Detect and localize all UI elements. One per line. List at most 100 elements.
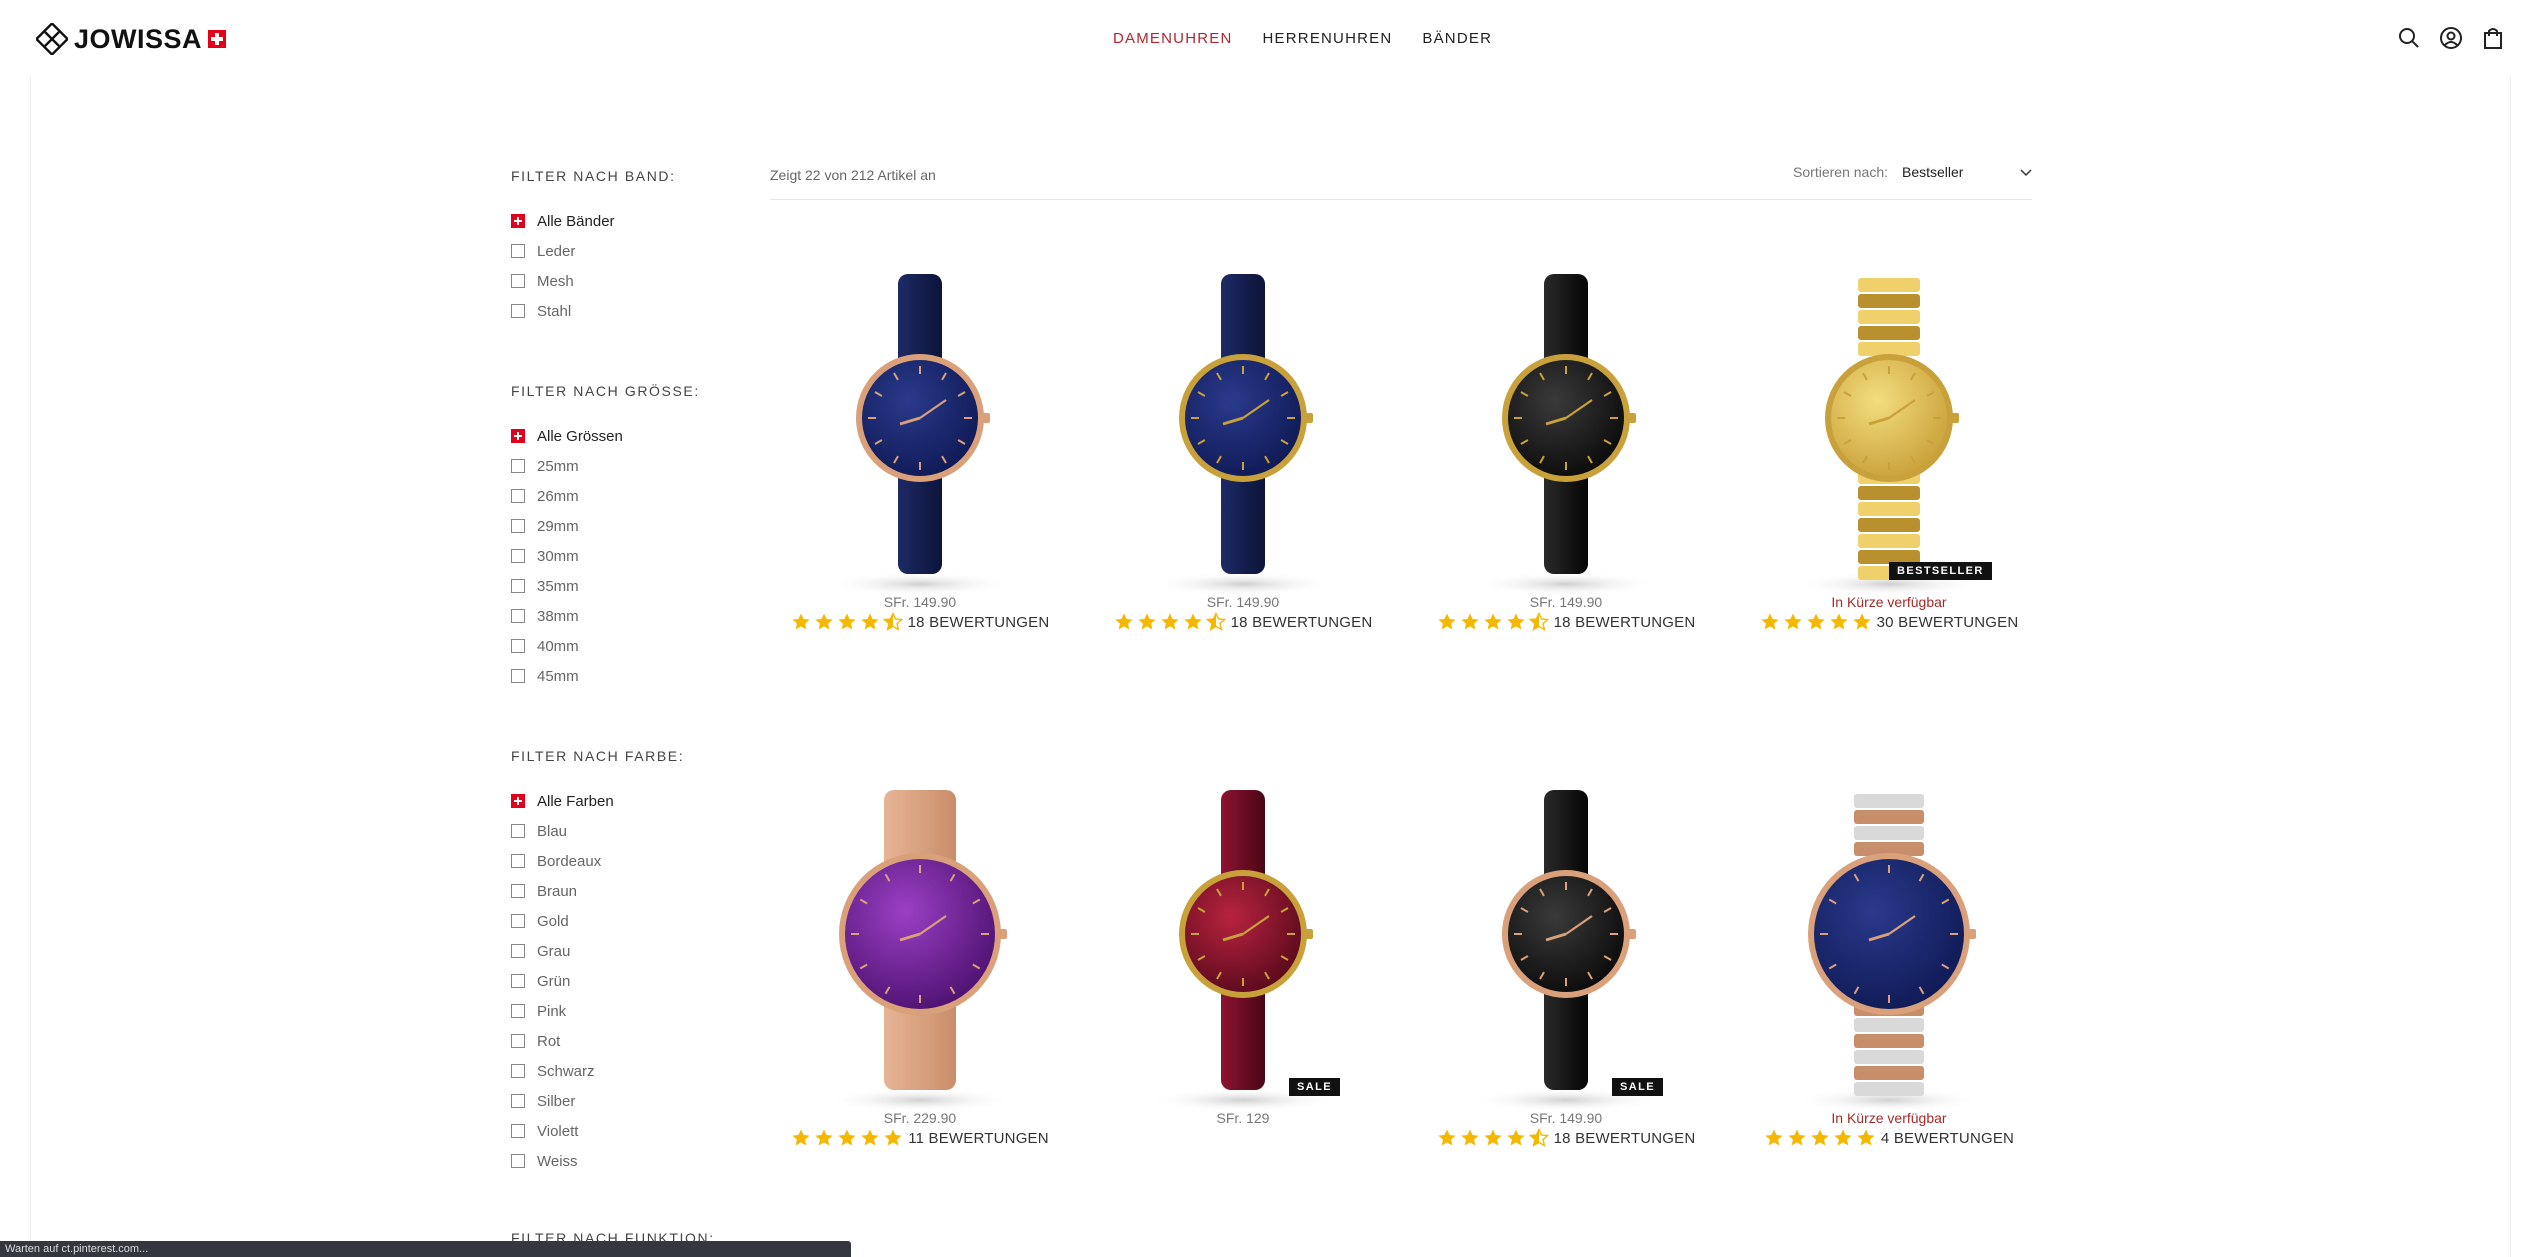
listing-toolbar: Zeigt 22 von 212 Artikel an Sortieren na…: [770, 160, 2032, 200]
filter-option[interactable]: Violett: [511, 1116, 731, 1146]
checkbox[interactable]: [511, 1124, 525, 1138]
watch-image[interactable]: [1416, 784, 1716, 1114]
checkbox[interactable]: [511, 489, 525, 503]
checkbox[interactable]: [511, 609, 525, 623]
checkbox[interactable]: [511, 459, 525, 473]
filter-option[interactable]: Weiss: [511, 1146, 731, 1176]
product-card[interactable]: SFr. 149.90 18 BEWERTUNGEN: [1093, 268, 1393, 698]
filter-option[interactable]: Bordeaux: [511, 846, 731, 876]
nav-item-herrenuhren[interactable]: HERRENUHREN: [1263, 30, 1393, 47]
checkbox-checked[interactable]: [511, 214, 525, 228]
filter-option[interactable]: Silber: [511, 1086, 731, 1116]
checkbox[interactable]: [511, 639, 525, 653]
filter-option[interactable]: Grün: [511, 966, 731, 996]
star-half-icon: [1528, 1128, 1549, 1147]
filter-option[interactable]: 38mm: [511, 601, 731, 631]
product-card[interactable]: SFr. 229.90 11 BEWERTUNGEN: [770, 784, 1070, 1214]
filter-option[interactable]: 35mm: [511, 571, 731, 601]
filter-option[interactable]: Pink: [511, 996, 731, 1026]
watch-image[interactable]: [1093, 268, 1393, 598]
filter-option[interactable]: 29mm: [511, 511, 731, 541]
checkbox[interactable]: [511, 1154, 525, 1168]
filter-option[interactable]: Grau: [511, 936, 731, 966]
checkbox[interactable]: [511, 304, 525, 318]
filter-option[interactable]: Rot: [511, 1026, 731, 1056]
checkbox[interactable]: [511, 669, 525, 683]
watch-image[interactable]: [770, 784, 1070, 1114]
product-card[interactable]: SFr. 149.90 18 BEWERTUNGEN: [770, 268, 1070, 698]
filter-option[interactable]: Alle Grössen: [511, 421, 731, 451]
sort-select[interactable]: Bestseller: [1902, 164, 2032, 180]
checkbox[interactable]: [511, 884, 525, 898]
product-card[interactable]: SALE SFr. 129: [1093, 784, 1393, 1214]
filter-option-label: Mesh: [537, 272, 574, 290]
watch-image[interactable]: [1416, 268, 1716, 598]
star-half-icon: [882, 612, 903, 631]
checkbox[interactable]: [511, 914, 525, 928]
checkbox[interactable]: [511, 944, 525, 958]
product-card[interactable]: In Kürze verfügbar 4 BEWERTUNGEN: [1739, 784, 2039, 1214]
brand-logo[interactable]: JOWISSA: [36, 22, 227, 56]
watch-image[interactable]: [1093, 784, 1393, 1114]
checkbox[interactable]: [511, 1064, 525, 1078]
filter-option[interactable]: Schwarz: [511, 1056, 731, 1086]
cart-icon[interactable]: [2481, 26, 2505, 50]
star-full-icon: [1830, 613, 1848, 630]
nav-item-damenuhren[interactable]: DAMENUHREN: [1113, 30, 1233, 47]
checkbox[interactable]: [511, 1034, 525, 1048]
filter-option[interactable]: Mesh: [511, 266, 731, 296]
star-full-icon: [1438, 613, 1456, 630]
product-rating[interactable]: 18 BEWERTUNGEN: [770, 612, 1070, 632]
checkbox[interactable]: [511, 274, 525, 288]
filter-option[interactable]: Braun: [511, 876, 731, 906]
star-full-icon: [1115, 613, 1133, 630]
filter-option[interactable]: Alle Farben: [511, 786, 731, 816]
product-card[interactable]: BESTSELLER In Kürze verfügbar 30 BEWERTUNG…: [1739, 268, 2039, 698]
product-card[interactable]: SALE SFr. 149.90 18 BEWERTUNGEN: [1416, 784, 1716, 1214]
review-count: 30 BEWERTUNGEN: [1876, 613, 2019, 631]
filter-option[interactable]: Stahl: [511, 296, 731, 326]
nav-item-bänder[interactable]: BÄNDER: [1422, 30, 1492, 47]
checkbox[interactable]: [511, 854, 525, 868]
filter-option[interactable]: 45mm: [511, 661, 731, 691]
search-icon[interactable]: [2397, 26, 2421, 50]
checkbox[interactable]: [511, 1094, 525, 1108]
filter-option[interactable]: 26mm: [511, 481, 731, 511]
watch-image[interactable]: [1739, 784, 2039, 1114]
product-rating[interactable]: 18 BEWERTUNGEN: [1416, 1128, 1716, 1148]
watch-image[interactable]: [1739, 268, 2039, 598]
account-icon[interactable]: [2439, 26, 2463, 50]
checkbox[interactable]: [511, 1004, 525, 1018]
checkbox[interactable]: [511, 824, 525, 838]
filter-option[interactable]: 30mm: [511, 541, 731, 571]
checkbox-checked[interactable]: [511, 429, 525, 443]
filter-option[interactable]: 25mm: [511, 451, 731, 481]
checkbox[interactable]: [511, 974, 525, 988]
product-rating[interactable]: 18 BEWERTUNGEN: [1093, 612, 1393, 632]
checkbox[interactable]: [511, 549, 525, 563]
star-full-icon: [1834, 1129, 1852, 1146]
product-rating[interactable]: 30 BEWERTUNGEN: [1739, 612, 2039, 632]
product-rating[interactable]: 4 BEWERTUNGEN: [1739, 1128, 2039, 1148]
checkbox[interactable]: [511, 519, 525, 533]
filter-option[interactable]: Alle Bänder: [511, 206, 731, 236]
product-rating[interactable]: 18 BEWERTUNGEN: [1416, 612, 1716, 632]
checkbox[interactable]: [511, 579, 525, 593]
filter-option[interactable]: Gold: [511, 906, 731, 936]
watch-image[interactable]: [770, 268, 1070, 598]
checkbox-checked[interactable]: [511, 794, 525, 808]
sale-badge: SALE: [1612, 1078, 1663, 1096]
star-full-icon: [1461, 1129, 1479, 1146]
star-full-icon: [1484, 1129, 1502, 1146]
product-card[interactable]: SFr. 149.90 18 BEWERTUNGEN: [1416, 268, 1716, 698]
filter-option[interactable]: Leder: [511, 236, 731, 266]
filter-option[interactable]: Blau: [511, 816, 731, 846]
star-full-icon: [1788, 1129, 1806, 1146]
review-count: 11 BEWERTUNGEN: [908, 1129, 1049, 1147]
browser-status-bar: Warten auf ct.pinterest.com...: [0, 1241, 851, 1257]
star-full-icon: [1161, 613, 1179, 630]
star-full-icon: [1507, 1129, 1525, 1146]
product-rating[interactable]: 11 BEWERTUNGEN: [770, 1128, 1070, 1148]
checkbox[interactable]: [511, 244, 525, 258]
filter-option[interactable]: 40mm: [511, 631, 731, 661]
